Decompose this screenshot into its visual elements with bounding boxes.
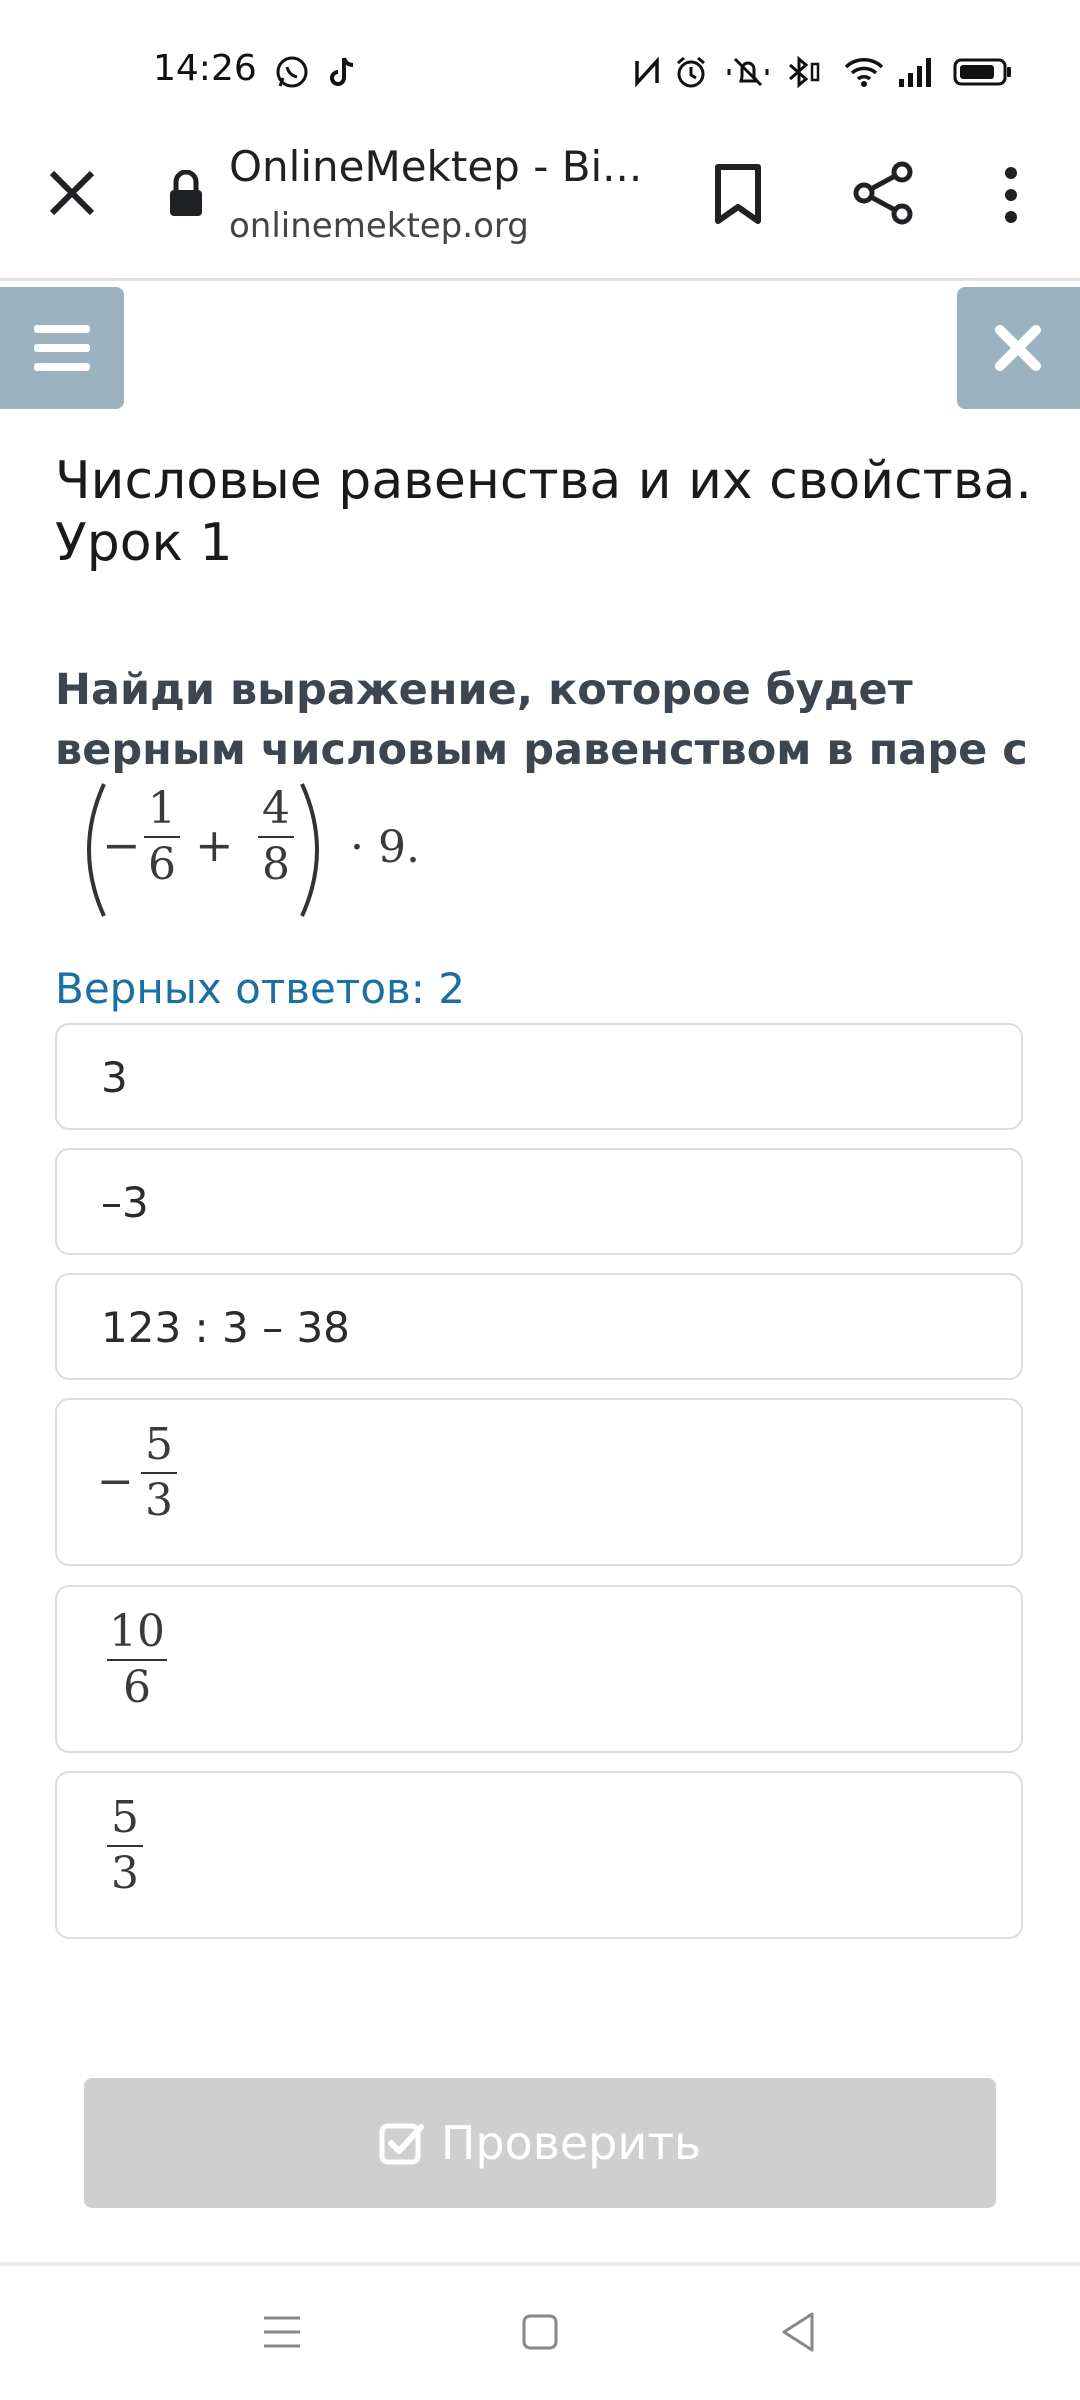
bookmark-icon[interactable] (712, 163, 764, 225)
nfc-icon (632, 52, 662, 92)
alarm-icon (673, 52, 709, 92)
wifi-icon (842, 52, 886, 92)
option-fraction: 5 3 (141, 1420, 177, 1526)
frac2-numerator: 4 (262, 783, 290, 834)
option-text: –3 (101, 1178, 149, 1227)
signal-icon (896, 52, 936, 92)
fraction-denominator: 3 (145, 1475, 173, 1526)
frac1-numerator: 1 (148, 783, 176, 834)
checkbox-icon (379, 2123, 424, 2165)
fraction-numerator: 5 (111, 1792, 139, 1843)
fraction-bar (107, 1659, 167, 1661)
status-time: 14:26 (153, 48, 257, 89)
close-tab-icon[interactable] (44, 165, 100, 221)
right-parenthesis (300, 783, 319, 917)
browser-page-title: OnlineMektep - Bi... (229, 142, 643, 191)
recent-apps-icon[interactable] (262, 2312, 302, 2352)
home-icon[interactable] (520, 2312, 560, 2352)
expr-multiplier: · 9. (350, 822, 420, 873)
answer-option-1[interactable]: 3 (55, 1023, 1023, 1130)
frac2-denominator: 8 (262, 839, 290, 890)
battery-icon (952, 52, 1014, 92)
bluetooth-icon (785, 52, 823, 92)
navigation-bar (0, 2266, 1080, 2400)
more-options-icon[interactable] (996, 165, 1026, 225)
question-expression: − 1 6 + 4 8 · 9. (60, 780, 480, 920)
fraction-numerator: 5 (145, 1419, 173, 1470)
fraction-numerator: 10 (109, 1606, 165, 1657)
menu-button[interactable] (0, 287, 124, 409)
answer-option-3[interactable]: 123 : 3 – 38 (55, 1273, 1023, 1380)
answer-option-4[interactable]: − 5 3 (55, 1398, 1023, 1566)
option-fraction: 10 6 (107, 1607, 167, 1713)
option-text: 123 : 3 – 38 (101, 1303, 350, 1352)
whatsapp-icon (272, 52, 312, 92)
chrome-divider (0, 278, 1080, 281)
frac1-denominator: 6 (148, 839, 176, 890)
option-text: 3 (101, 1053, 128, 1102)
browser-url[interactable]: onlinemektep.org (229, 206, 529, 246)
fraction-bar (258, 836, 294, 838)
fraction-four-eighths: 4 8 (258, 784, 294, 890)
answers-count: Верных ответов: 2 (55, 964, 466, 1013)
question-text: Найди выражение, которое будет верным чи… (55, 665, 1028, 775)
close-lesson-button[interactable] (957, 287, 1080, 409)
back-icon[interactable] (778, 2310, 818, 2354)
fraction-bar (141, 1472, 177, 1474)
tiktok-icon (326, 52, 358, 92)
answer-option-6[interactable]: 5 3 (55, 1771, 1023, 1939)
fraction-bar (144, 836, 180, 838)
fraction-bar (107, 1845, 143, 1847)
lock-icon (166, 169, 206, 218)
option-minus-sign: − (97, 1456, 134, 1507)
fraction-one-sixth: 1 6 (144, 784, 180, 890)
expr-minus: − (102, 818, 141, 872)
fraction-denominator: 6 (123, 1662, 151, 1713)
expr-plus: + (195, 818, 234, 872)
answer-option-5[interactable]: 10 6 (55, 1585, 1023, 1753)
close-icon (995, 325, 1041, 371)
check-button-label: Проверить (440, 2116, 702, 2170)
fraction-denominator: 3 (111, 1848, 139, 1899)
share-icon[interactable] (850, 160, 916, 226)
check-button[interactable]: Проверить (84, 2078, 996, 2208)
hamburger-icon (34, 325, 90, 371)
mute-icon (726, 52, 770, 92)
answer-option-2[interactable]: –3 (55, 1148, 1023, 1255)
option-fraction: 5 3 (107, 1793, 143, 1899)
lesson-title: Числовые равенства и их свойства. Урок 1 (55, 451, 1032, 573)
